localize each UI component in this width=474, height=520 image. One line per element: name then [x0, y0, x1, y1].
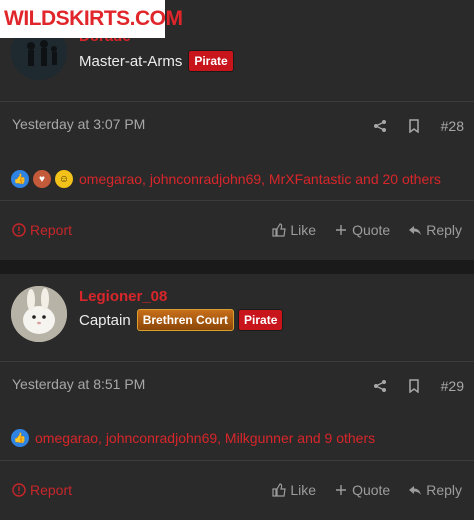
user-title-line: Captain Brethren Court Pirate — [79, 309, 284, 331]
quote-label: Quote — [352, 222, 391, 238]
divider — [0, 200, 474, 201]
post-actions: #28 — [373, 118, 464, 134]
post-date[interactable]: Yesterday at 3:07 PM — [12, 116, 145, 132]
like-label: Like — [290, 222, 317, 238]
warning-icon — [12, 483, 26, 497]
like-button[interactable]: Like — [272, 482, 316, 498]
post-28: Dorade Master-at-Arms Pirate Yesterday a… — [0, 0, 474, 260]
quote-label: Quote — [352, 482, 391, 498]
user-title: Master-at-Arms — [79, 52, 183, 70]
user-title-line: Master-at-Arms Pirate — [79, 50, 234, 72]
post-footer: Report Like Quote Reply — [0, 216, 474, 246]
quote-button[interactable]: Quote — [334, 222, 390, 238]
bookmark-icon[interactable] — [407, 119, 421, 133]
post-actions: #29 — [373, 378, 464, 394]
thumbs-up-icon — [272, 223, 287, 237]
reaction-users[interactable]: omegarao, johnconradjohn69, Milkgunner a… — [35, 430, 375, 446]
like-label: Like — [290, 482, 317, 498]
reactions-bar[interactable]: 👍 ♥ ☺ omegarao, johnconradjohn69, MrXFan… — [11, 170, 441, 188]
reply-button[interactable]: Reply — [408, 482, 462, 498]
love-icon: ♥ — [33, 170, 51, 188]
like-icon: 👍 — [11, 429, 29, 447]
divider — [0, 361, 474, 362]
user-banner-pirate: Pirate — [238, 309, 284, 331]
reply-label: Reply — [426, 222, 462, 238]
post-footer: Report Like Quote Reply — [0, 476, 474, 506]
user-title: Captain — [79, 311, 131, 329]
plus-icon — [336, 225, 347, 235]
reply-label: Reply — [426, 482, 462, 498]
plus-icon — [336, 485, 347, 495]
avatar[interactable] — [11, 286, 67, 342]
thumbs-up-icon — [272, 483, 287, 497]
divider — [0, 460, 474, 461]
reaction-users[interactable]: omegarao, johnconradjohn69, MrXFantastic… — [79, 171, 441, 187]
user-banner-brethren-court: Brethren Court — [136, 309, 235, 331]
footer-actions: Like Quote Reply — [272, 222, 462, 238]
quote-button[interactable]: Quote — [334, 482, 390, 498]
username[interactable]: Legioner_08 — [79, 288, 167, 305]
report-label: Report — [30, 482, 73, 498]
like-button[interactable]: Like — [272, 222, 316, 238]
report-button[interactable]: Report — [12, 222, 72, 238]
watermark-logo: WILDSKIRTS.COM — [0, 0, 183, 38]
user-banner-pirate: Pirate — [188, 50, 234, 72]
reply-button[interactable]: Reply — [408, 222, 462, 238]
report-label: Report — [30, 222, 73, 238]
share-icon[interactable] — [373, 379, 387, 393]
share-icon[interactable] — [373, 119, 387, 133]
reactions-bar[interactable]: 👍 omegarao, johnconradjohn69, Milkgunner… — [11, 429, 375, 447]
wow-icon: ☺ — [55, 170, 73, 188]
reply-icon — [409, 486, 422, 495]
like-icon: 👍 — [11, 170, 29, 188]
watermark-text: WILDSKIRTS.COM — [4, 7, 183, 30]
post-number[interactable]: #29 — [441, 378, 464, 394]
post-date[interactable]: Yesterday at 8:51 PM — [12, 376, 145, 392]
post-number[interactable]: #28 — [441, 118, 464, 134]
footer-actions: Like Quote Reply — [272, 482, 462, 498]
warning-icon — [12, 223, 26, 237]
divider — [0, 101, 474, 102]
post-29: Legioner_08 Captain Brethren Court Pirat… — [0, 274, 474, 520]
bookmark-icon[interactable] — [407, 379, 421, 393]
reply-icon — [409, 226, 422, 235]
report-button[interactable]: Report — [12, 482, 72, 498]
